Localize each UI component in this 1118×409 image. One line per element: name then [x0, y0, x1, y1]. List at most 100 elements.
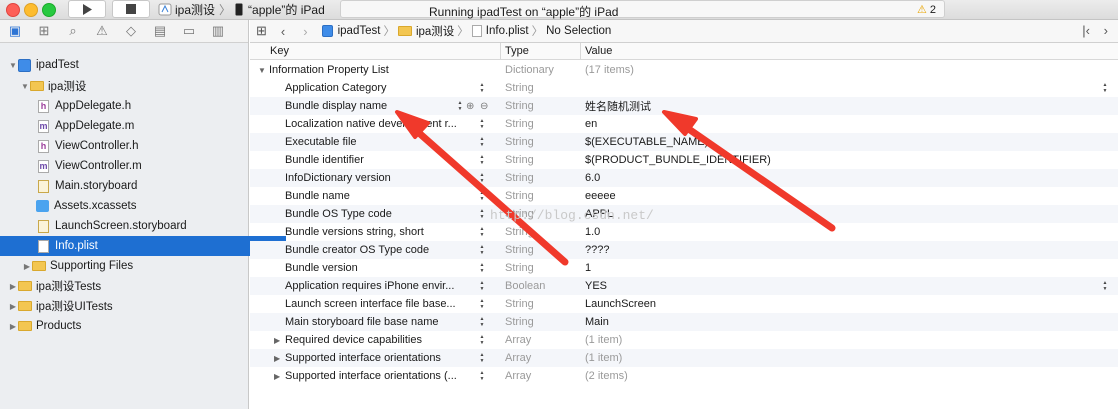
- plist-row[interactable]: Bundle version ▲▼ String 1: [250, 259, 1118, 277]
- key-column-header[interactable]: Key: [270, 45, 289, 57]
- type-column-header[interactable]: Type: [505, 45, 529, 57]
- plist-value[interactable]: ????: [585, 244, 609, 256]
- plist-row[interactable]: Bundle creator OS Type code ▲▼ String????: [250, 241, 1118, 259]
- disclosure-closed-icon[interactable]: ▶: [8, 282, 18, 291]
- disclosure-open-icon[interactable]: ▼: [8, 61, 18, 70]
- run-button[interactable]: [68, 0, 106, 18]
- nav-item-file[interactable]: m ViewController.m: [0, 156, 286, 176]
- warning-indicator[interactable]: ⚠ 2: [917, 3, 936, 16]
- nav-item-group[interactable]: ▶ ipa测设UITests: [0, 296, 256, 316]
- plist-key[interactable]: Executable file: [285, 136, 475, 148]
- plist-key[interactable]: InfoDictionary version: [285, 172, 475, 184]
- previous-issue-icon[interactable]: |‹: [1082, 23, 1090, 38]
- key-popup-stepper-icon[interactable]: ▲▼: [479, 298, 485, 310]
- plist-type[interactable]: String: [505, 154, 534, 166]
- remove-row-icon[interactable]: ⊖: [480, 101, 488, 112]
- plist-value[interactable]: en: [585, 118, 597, 130]
- breakpoint-navigator-icon[interactable]: ▭: [180, 23, 198, 39]
- disclosure-closed-icon[interactable]: ▶: [274, 336, 280, 345]
- symbol-navigator-icon[interactable]: ⊞: [35, 23, 53, 39]
- plist-type[interactable]: String: [505, 316, 534, 328]
- plist-row[interactable]: ▶ Required device capabilities ▲▼ Array (1 i…: [250, 331, 1118, 349]
- plist-key[interactable]: Application Category: [285, 82, 475, 94]
- plist-type[interactable]: String: [505, 226, 534, 238]
- plist-value[interactable]: $(PRODUCT_BUNDLE_IDENTIFIER): [585, 154, 771, 166]
- plist-key[interactable]: Bundle OS Type code: [285, 208, 475, 220]
- key-popup-stepper-icon[interactable]: ▲▼: [479, 226, 485, 238]
- plist-value[interactable]: LaunchScreen: [585, 298, 656, 310]
- key-popup-stepper-icon[interactable]: ▲▼: [479, 154, 485, 166]
- plist-key[interactable]: Bundle version: [285, 262, 475, 274]
- key-popup-stepper-icon[interactable]: ▲▼: [479, 136, 485, 148]
- plist-row[interactable]: Bundle identifier ▲▼ String $(PRODUCT_BUNDL…: [250, 151, 1118, 169]
- key-popup-stepper-icon[interactable]: ▲▼: [479, 172, 485, 184]
- plist-key[interactable]: Bundle identifier: [285, 154, 475, 166]
- plist-row[interactable]: Launch screen interface file base... ▲▼ St…: [250, 295, 1118, 313]
- plist-type[interactable]: String: [505, 172, 534, 184]
- plist-key[interactable]: Localization native development r...: [285, 118, 475, 130]
- test-navigator-icon[interactable]: ◇: [122, 23, 140, 39]
- plist-value[interactable]: (1 item): [585, 334, 622, 346]
- plist-value[interactable]: 1: [585, 262, 591, 274]
- key-popup-stepper-icon[interactable]: ▲▼: [479, 118, 485, 130]
- nav-item-file[interactable]: m AppDelegate.m: [0, 116, 286, 136]
- plist-value[interactable]: (2 items): [585, 370, 628, 382]
- find-navigator-icon[interactable]: ⌕: [64, 23, 82, 39]
- issue-navigator-icon[interactable]: ⚠: [93, 23, 111, 39]
- plist-key[interactable]: Bundle versions string, short: [285, 226, 475, 238]
- plist-type[interactable]: Array: [505, 352, 531, 364]
- key-popup-stepper-icon[interactable]: ▲▼: [479, 370, 485, 382]
- key-popup-stepper-icon[interactable]: ▲▼: [457, 100, 463, 112]
- nav-item-group[interactable]: ▼ ipa测设: [0, 76, 268, 96]
- plist-type[interactable]: String: [505, 244, 534, 256]
- add-row-icon[interactable]: ⊕: [466, 101, 474, 112]
- next-issue-icon[interactable]: ›: [1104, 23, 1108, 38]
- plist-type[interactable]: String: [505, 190, 534, 202]
- plist-row[interactable]: Bundle name ▲▼ String eeeee: [250, 187, 1118, 205]
- value-popup-stepper-icon[interactable]: ▲▼: [1102, 280, 1108, 292]
- plist-row[interactable]: Application Category ▲▼ String ▲▼: [250, 79, 1118, 97]
- key-popup-stepper-icon[interactable]: ▲▼: [479, 208, 485, 220]
- plist-type[interactable]: String: [505, 100, 534, 112]
- nav-item-file[interactable]: Assets.xcassets: [0, 196, 284, 216]
- project-navigator-icon[interactable]: ▣: [6, 23, 24, 39]
- nav-item-group[interactable]: ▶ Products: [0, 316, 256, 336]
- plist-key[interactable]: Supported interface orientations (...: [285, 370, 475, 382]
- forward-arrow-icon[interactable]: ›: [303, 24, 307, 39]
- plist-key[interactable]: Supported interface orientations: [285, 352, 475, 364]
- plist-value[interactable]: 6.0: [585, 172, 600, 184]
- disclosure-closed-icon[interactable]: ▶: [8, 302, 18, 311]
- plist-row[interactable]: ▶ Supported interface orientations ▲▼ Array…: [250, 349, 1118, 367]
- stop-button[interactable]: [112, 0, 150, 18]
- plist-key[interactable]: Launch screen interface file base...: [285, 298, 475, 310]
- plist-type[interactable]: Boolean: [505, 280, 545, 292]
- plist-value[interactable]: 1.0: [585, 226, 600, 238]
- plist-row[interactable]: Executable file ▲▼ String $(EXECUTABLE_NAME…: [250, 133, 1118, 151]
- report-navigator-icon[interactable]: ▥: [209, 23, 227, 39]
- plist-value[interactable]: YES: [585, 280, 607, 292]
- disclosure-open-icon[interactable]: ▼: [20, 82, 30, 91]
- plist-row[interactable]: InfoDictionary version ▲▼ String 6.0: [250, 169, 1118, 187]
- value-popup-stepper-icon[interactable]: ▲▼: [1102, 82, 1108, 94]
- disclosure-closed-icon[interactable]: ▶: [274, 354, 280, 363]
- nav-item-file[interactable]: h AppDelegate.h: [0, 96, 286, 116]
- key-popup-stepper-icon[interactable]: ▲▼: [479, 334, 485, 346]
- plist-row[interactable]: Bundle OS Type code ▲▼ String APPL: [250, 205, 1118, 223]
- key-popup-stepper-icon[interactable]: ▲▼: [479, 82, 485, 94]
- plist-key[interactable]: Application requires iPhone envir...: [285, 280, 475, 292]
- key-popup-stepper-icon[interactable]: ▲▼: [479, 352, 485, 364]
- plist-key[interactable]: Main storyboard file base name: [285, 316, 475, 328]
- plist-value[interactable]: Main: [585, 316, 609, 328]
- plist-type[interactable]: String: [505, 136, 534, 148]
- plist-value[interactable]: 姓名随机测试: [585, 98, 651, 114]
- jump-project[interactable]: ipadTest: [338, 25, 381, 37]
- nav-item-file[interactable]: Main.storyboard: [0, 176, 286, 196]
- plist-row[interactable]: Application requires iPhone envir... ▲▼ Bo…: [250, 277, 1118, 295]
- nav-item-group[interactable]: ▶ ipa测设Tests: [0, 276, 256, 296]
- plist-type[interactable]: Array: [505, 334, 531, 346]
- key-popup-stepper-icon[interactable]: ▲▼: [479, 262, 485, 274]
- plist-row[interactable]: Main storyboard file base name ▲▼ String Ma…: [250, 313, 1118, 331]
- disclosure-closed-icon[interactable]: ▶: [274, 372, 280, 381]
- plist-key[interactable]: Bundle display name: [285, 100, 475, 112]
- key-popup-stepper-icon[interactable]: ▲▼: [479, 316, 485, 328]
